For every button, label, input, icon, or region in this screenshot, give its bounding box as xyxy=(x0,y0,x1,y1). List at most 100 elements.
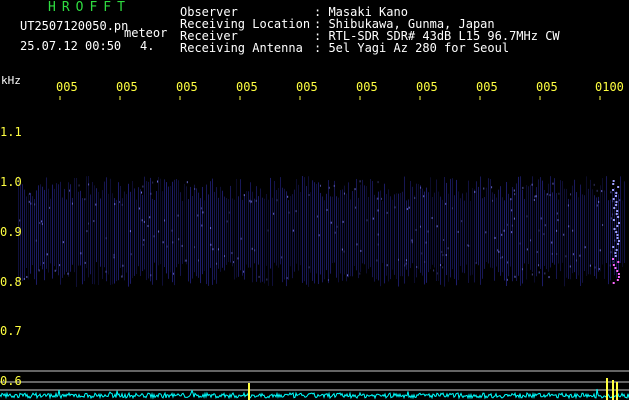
signal-speck xyxy=(292,229,294,232)
signal-streak xyxy=(584,195,585,272)
signal-speck xyxy=(404,264,406,267)
signal-streak xyxy=(556,193,557,279)
signal-streak xyxy=(366,186,367,274)
signal-streak xyxy=(290,196,291,267)
signal-streak xyxy=(242,199,243,276)
signal-streak xyxy=(424,191,425,285)
signal-speck xyxy=(171,229,173,232)
signal-speck xyxy=(526,215,528,218)
signal-streak xyxy=(198,192,199,278)
signal-speck xyxy=(288,211,290,214)
signal-speck xyxy=(122,264,124,267)
signal-streak xyxy=(166,182,167,274)
signal-streak xyxy=(554,178,555,265)
signal-speck xyxy=(500,256,502,259)
signal-speck xyxy=(273,212,275,215)
signal-speck xyxy=(330,221,332,224)
signal-speck xyxy=(186,181,188,184)
signal-streak xyxy=(250,182,251,268)
signal-speck xyxy=(507,261,509,264)
time-tick: 005 xyxy=(236,80,258,94)
signal-streak xyxy=(136,199,137,275)
signal-speck xyxy=(88,183,90,186)
signal-streak xyxy=(94,185,95,285)
signal-speck xyxy=(475,262,477,265)
signal-streak xyxy=(22,184,23,281)
signal-streak xyxy=(130,191,131,284)
signal-streak xyxy=(50,198,51,264)
signal-speck xyxy=(231,252,233,255)
spectrogram-plot xyxy=(0,0,629,400)
signal-speck xyxy=(380,197,382,200)
signal-speck xyxy=(551,241,553,244)
signal-speck xyxy=(611,213,613,216)
signal-speck xyxy=(610,217,612,220)
signal-streak xyxy=(284,188,285,280)
signal-speck xyxy=(427,230,429,233)
signal-streak xyxy=(26,196,27,269)
signal-streak xyxy=(484,197,485,269)
signal-speck xyxy=(419,225,421,228)
time-tick: 0100 xyxy=(595,80,624,94)
signal-streak xyxy=(72,197,73,265)
signal-streak xyxy=(438,191,439,281)
signal-streak xyxy=(96,188,97,263)
signal-speck xyxy=(217,248,219,251)
meteor-echo xyxy=(616,210,619,212)
signal-streak xyxy=(436,179,437,282)
meteor-echo xyxy=(613,207,616,209)
signal-streak xyxy=(368,197,369,269)
meteor-echo xyxy=(617,273,620,275)
signal-streak xyxy=(170,185,171,273)
signal-streak xyxy=(472,187,473,275)
signal-speck xyxy=(30,202,32,205)
signal-streak xyxy=(268,199,269,286)
signal-speck xyxy=(386,211,388,214)
signal-streak xyxy=(260,188,261,283)
meteor-echo xyxy=(612,258,615,260)
signal-streak xyxy=(334,180,335,263)
signal-streak xyxy=(304,177,305,282)
signal-streak xyxy=(62,197,63,278)
signal-streak xyxy=(112,193,113,285)
antenna-value: 5el Yagi Az 280 for Seoul xyxy=(328,41,510,55)
signal-streak xyxy=(482,198,483,279)
meteor-echo xyxy=(614,252,617,254)
signal-streak xyxy=(404,176,405,284)
signal-speck xyxy=(224,255,226,258)
signal-speck xyxy=(593,183,595,186)
signal-speck xyxy=(347,274,349,277)
signal-speck xyxy=(318,234,320,237)
meteor-echo xyxy=(612,282,615,284)
signal-speck xyxy=(295,210,297,213)
signal-streak xyxy=(610,199,611,281)
signal-streak xyxy=(612,191,613,264)
signal-speck xyxy=(54,269,56,272)
signal-speck xyxy=(267,229,269,232)
signal-streak xyxy=(598,196,599,272)
signal-streak xyxy=(606,176,607,264)
signal-streak xyxy=(344,185,345,275)
signal-streak xyxy=(64,188,65,275)
signal-speck xyxy=(575,259,577,262)
meteor-echo xyxy=(612,264,615,266)
signal-streak xyxy=(90,194,91,275)
signal-streak xyxy=(560,180,561,272)
signal-speck xyxy=(343,250,345,253)
signal-streak xyxy=(204,200,205,271)
signal-speck xyxy=(533,198,535,201)
signal-speck xyxy=(59,264,61,267)
signal-speck xyxy=(497,249,499,252)
signal-speck xyxy=(157,180,159,183)
signal-speck xyxy=(492,199,494,202)
signal-speck xyxy=(436,225,438,228)
signal-speck xyxy=(150,192,152,195)
unit-label: kHz xyxy=(1,74,21,87)
signal-streak xyxy=(234,199,235,280)
signal-streak xyxy=(180,192,181,276)
signal-streak xyxy=(546,193,547,270)
signal-streak xyxy=(520,176,521,286)
signal-speck xyxy=(158,230,160,233)
signal-speck xyxy=(397,258,399,261)
signal-speck xyxy=(406,208,408,211)
